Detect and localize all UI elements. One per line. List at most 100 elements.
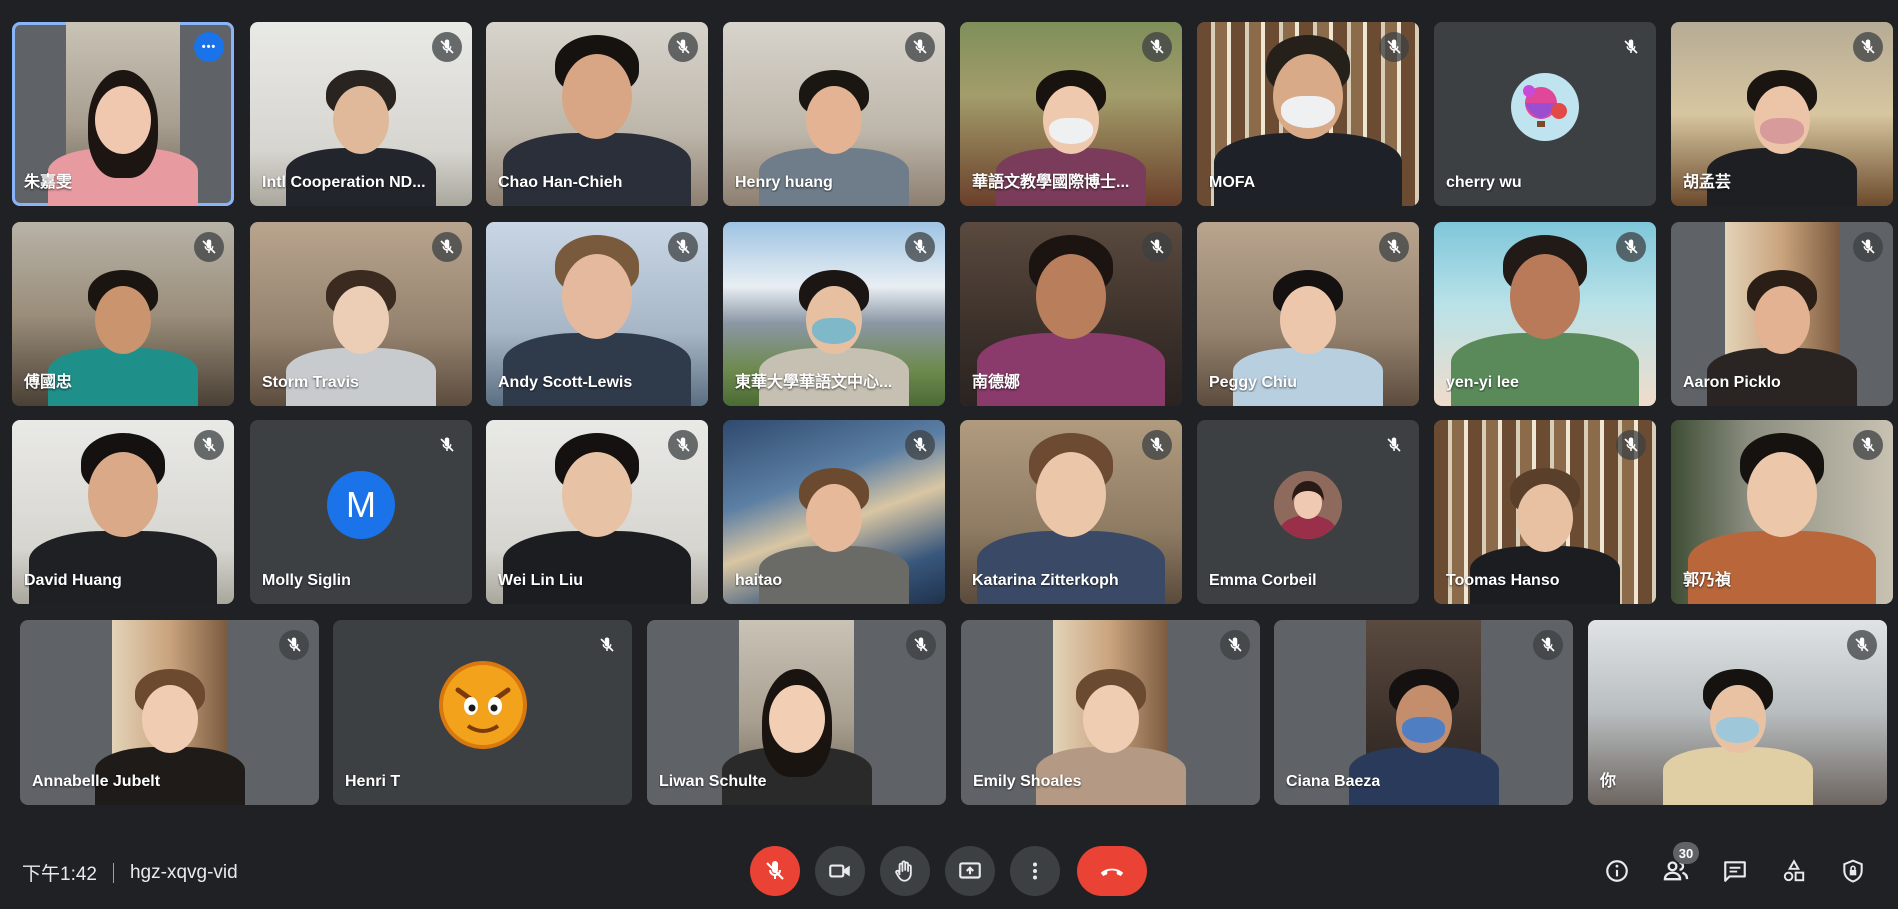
self-video-tile[interactable]: 你 [1588, 620, 1887, 805]
participant-name: Intl Cooperation ND... [262, 174, 426, 191]
mic-off-icon [279, 630, 309, 660]
participant-tile[interactable]: Emma Corbeil [1197, 420, 1419, 604]
participant-name: Annabelle Jubelt [32, 773, 161, 790]
participant-name: Molly Siglin [262, 572, 351, 589]
camera-icon [829, 864, 850, 878]
mic-off-icon [1533, 630, 1563, 660]
participant-tile[interactable]: Wei Lin Liu [486, 420, 708, 604]
meeting-info: 下午1:42 hgz-xqvg-vid [22, 859, 238, 886]
participant-tile[interactable]: Andy Scott-Lewis [486, 222, 708, 406]
participant-tile[interactable]: Peggy Chiu [1197, 222, 1419, 406]
mic-off-icon [1142, 232, 1172, 262]
participant-tile[interactable]: 南德娜 [960, 222, 1182, 406]
hot-air-balloon-icon [1511, 72, 1579, 141]
participant-tile[interactable]: David Huang [12, 420, 234, 604]
activities-button[interactable] [1769, 846, 1819, 896]
mic-off-icon [1379, 430, 1409, 460]
participant-tile[interactable]: 郭乃禎 [1671, 420, 1893, 604]
mic-off-icon [432, 430, 462, 460]
hand-icon [895, 860, 912, 882]
mic-off-icon [668, 32, 698, 62]
participant-name: 你 [1600, 773, 1617, 790]
mic-off-icon [432, 32, 462, 62]
participant-count-badge: 30 [1673, 842, 1699, 864]
participant-name: Emily Shoales [973, 773, 1082, 790]
shield-lock-icon [1843, 859, 1863, 883]
participant-name: Peggy Chiu [1209, 374, 1298, 391]
participant-name: Katarina Zitterkoph [972, 572, 1119, 589]
participant-name: Wei Lin Liu [498, 572, 584, 589]
mic-off-icon [1853, 232, 1883, 262]
mic-off-icon [905, 430, 935, 460]
participant-tile[interactable]: Katarina Zitterkoph [960, 420, 1182, 604]
host-controls-button[interactable] [1828, 846, 1878, 896]
participant-name: 華語文教學國際博士... [972, 174, 1130, 191]
participant-tile[interactable]: Ciana Baeza [1274, 620, 1573, 805]
participant-name: David Huang [24, 572, 122, 589]
participant-tile[interactable]: 傅國忠 [12, 222, 234, 406]
participant-tile[interactable]: Toomas Hanso [1434, 420, 1656, 604]
people-button[interactable]: 30 [1651, 842, 1701, 896]
cartoon-face-icon [438, 660, 528, 750]
participant-tile[interactable]: 華語文教學國際博士... [960, 22, 1182, 206]
participant-name: Toomas Hanso [1446, 572, 1560, 589]
participant-tile[interactable]: ••• 朱嘉雯 [12, 22, 234, 206]
mic-toggle-button[interactable] [750, 846, 800, 896]
mic-off-icon [432, 232, 462, 262]
participant-tile[interactable]: MOFA [1197, 22, 1419, 206]
mic-off-icon [1847, 630, 1877, 660]
mic-off-icon [1379, 32, 1409, 62]
participant-name: Henri T [345, 773, 401, 790]
mic-off-icon [1142, 430, 1172, 460]
mic-off-icon [766, 861, 784, 880]
participant-name: 胡孟芸 [1683, 174, 1732, 191]
divider [112, 862, 114, 883]
participant-name: Emma Corbeil [1209, 572, 1317, 589]
leave-call-button[interactable] [1077, 846, 1147, 896]
participant-name: 朱嘉雯 [24, 174, 73, 191]
mic-off-icon [905, 32, 935, 62]
participant-tile[interactable]: yen-yi lee [1434, 222, 1656, 406]
present-screen-button[interactable] [945, 846, 995, 896]
mic-off-icon [668, 232, 698, 262]
more-horiz-icon: ••• [201, 41, 217, 53]
mic-off-icon [1616, 232, 1646, 262]
mic-off-icon [194, 232, 224, 262]
raise-hand-button[interactable] [880, 846, 930, 896]
participant-name: Ciana Baeza [1286, 773, 1381, 790]
tile-options-button[interactable]: ••• [194, 32, 224, 62]
participant-name: haitao [735, 572, 783, 589]
participant-tile[interactable]: Liwan Schulte [647, 620, 946, 805]
participant-name: 南德娜 [972, 374, 1021, 391]
activities-icon [1783, 859, 1805, 882]
mic-off-icon [668, 430, 698, 460]
participant-name: Liwan Schulte [659, 773, 767, 790]
participant-tile[interactable]: Emily Shoales [961, 620, 1260, 805]
participant-name: cherry wu [1446, 174, 1522, 191]
participant-name: Aaron Picklo [1683, 374, 1781, 391]
mic-off-icon [1220, 630, 1250, 660]
camera-toggle-button[interactable] [815, 846, 865, 896]
participant-tile[interactable]: Intl Cooperation ND... [250, 22, 472, 206]
participant-tile[interactable]: Chao Han-Chieh [486, 22, 708, 206]
participant-tile[interactable]: haitao [723, 420, 945, 604]
present-icon [959, 862, 981, 879]
participant-tile[interactable]: 胡孟芸 [1671, 22, 1893, 206]
participant-tile[interactable]: Henri T [333, 620, 632, 805]
participant-tile[interactable]: Henry huang [723, 22, 945, 206]
participant-name: MOFA [1209, 174, 1256, 191]
participant-tile[interactable]: M Molly Siglin [250, 420, 472, 604]
participant-tile[interactable]: Annabelle Jubelt [20, 620, 319, 805]
participant-tile[interactable]: 東華大學華語文中心... [723, 222, 945, 406]
mic-off-icon [194, 430, 224, 460]
meeting-details-button[interactable] [1592, 846, 1642, 896]
mic-off-icon [1853, 430, 1883, 460]
clock-time: 下午1:42 [22, 864, 97, 885]
participant-tile[interactable]: Storm Travis [250, 222, 472, 406]
side-panel-controls: 30 [1583, 842, 1878, 896]
chat-button[interactable] [1710, 846, 1760, 896]
participant-tile[interactable]: Aaron Picklo [1671, 222, 1893, 406]
more-options-button[interactable] [1010, 846, 1060, 896]
participant-tile[interactable]: cherry wu [1434, 22, 1656, 206]
mic-off-icon [1142, 32, 1172, 62]
